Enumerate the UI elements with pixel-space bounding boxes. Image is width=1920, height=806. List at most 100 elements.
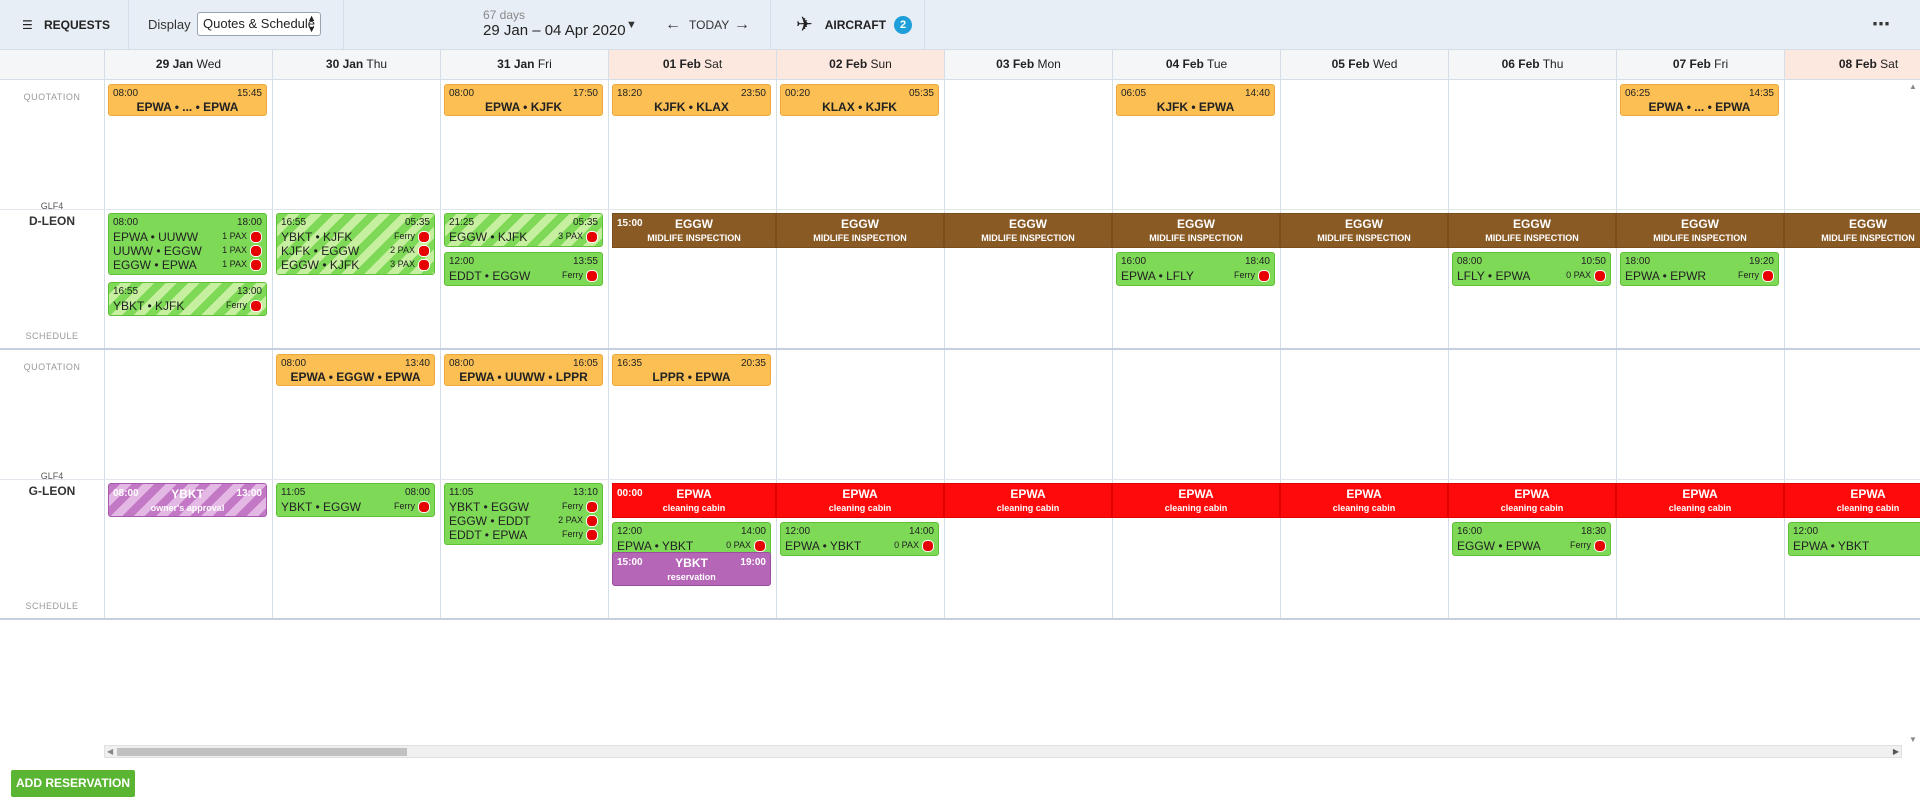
weekday-label: Mon [1037, 57, 1061, 71]
toolbar-divider [343, 0, 344, 49]
maintenance-block[interactable]: 15:00 EGGW MIDLIFE INSPECTION [612, 213, 776, 248]
flight-card[interactable]: 21:25 05:35 EGGW • KJFK 3 PAX [444, 213, 603, 247]
status-dot-icon [418, 231, 430, 243]
toolbar-divider [128, 0, 129, 49]
flight-card[interactable]: 16:00 18:30 EGGW • EPWA Ferry [1452, 522, 1611, 556]
date-label: 05 Feb [1331, 57, 1370, 71]
flight-card[interactable]: 12:00 14:00 EPWA • YBKT 0 PAX [612, 522, 771, 556]
quote-route: EPWA • ... • EPWA [1648, 100, 1751, 114]
status-dot-icon [418, 259, 430, 271]
date-range[interactable]: 29 Jan – 04 Apr 2020 [483, 22, 626, 39]
maintenance-block[interactable]: EPWA cleaning cabin [1112, 483, 1280, 518]
flight-card[interactable]: 18:00 19:20 EPWA • EPWR Ferry [1620, 252, 1779, 286]
display-select[interactable]: Quotes & Schedule ▲ ▼ [197, 12, 321, 36]
leg-route: LFLY • EPWA [1457, 269, 1531, 283]
aircraft-registration[interactable]: D-LEON [0, 214, 104, 228]
horizontal-scrollbar[interactable]: ◀ ▶ [104, 745, 1902, 758]
requests-label: REQUESTS [44, 17, 111, 32]
leg-route: EGGW • EPWA [1457, 539, 1541, 553]
scroll-right-icon[interactable]: ▶ [1893, 747, 1899, 756]
scroll-left-icon[interactable]: ◀ [107, 747, 113, 756]
start-time: 12:00 [617, 526, 643, 537]
range-dropdown-icon[interactable]: ▼ [626, 19, 637, 31]
flight-card[interactable]: 16:00 18:40 EPWA • LFLY Ferry [1116, 252, 1275, 286]
maintenance-block[interactable]: EPWA cleaning cabin [944, 483, 1112, 518]
quote-card[interactable]: 08:00 16:05 EPWA • UUWW • LPPR [444, 354, 603, 386]
end-time: 14:40 [1244, 88, 1270, 99]
requests-button[interactable]: ☰ REQUESTS [22, 0, 110, 49]
date-column-header: 05 Feb Wed [1280, 50, 1448, 79]
end-time: 10:50 [1580, 256, 1606, 267]
maintenance-block[interactable]: EGGW MIDLIFE INSPECTION [1784, 213, 1920, 248]
scroll-down-icon[interactable]: ▼ [1909, 735, 1917, 744]
flight-card[interactable]: 12:00 EPWA • YBKT [1788, 522, 1920, 556]
start-time: 16:55 [113, 286, 139, 297]
quote-card[interactable]: 08:00 15:45 EPWA • ... • EPWA [108, 84, 267, 116]
leg-route: EDDT • EGGW [449, 269, 531, 283]
maintenance-block[interactable]: EPWA cleaning cabin [1784, 483, 1920, 518]
maintenance-block[interactable]: EGGW MIDLIFE INSPECTION [1280, 213, 1448, 248]
leg-route: EGGW • KJFK [281, 258, 360, 272]
maintenance-block[interactable]: EPWA cleaning cabin [1448, 483, 1616, 518]
maintenance-block[interactable]: EPWA cleaning cabin [776, 483, 944, 518]
maintenance-block[interactable]: EGGW MIDLIFE INSPECTION [1448, 213, 1616, 248]
flight-leg: EDDT • EPWA Ferry [449, 528, 598, 542]
flight-card[interactable]: 08:00 18:00 EPWA • UUWW 1 PAX UUWW • EGGW 1 P… [108, 213, 267, 275]
date-label: 29 Jan [155, 57, 194, 71]
reservation-card[interactable]: 15:00 19:00 YBKT reservation [612, 552, 771, 586]
block-airport: EGGW [1345, 217, 1383, 231]
block-description: MIDLIFE INSPECTION [647, 233, 741, 243]
more-menu-icon[interactable]: ⋯ [1872, 0, 1891, 49]
end-time: 14:00 [908, 526, 934, 537]
flight-card[interactable]: 08:00 10:50 LFLY • EPWA 0 PAX [1452, 252, 1611, 286]
flight-card[interactable]: 16:55 05:35 YBKT • KJFK Ferry KJFK • EGGW 2 P… [276, 213, 435, 275]
block-airport: EPWA [1010, 487, 1046, 501]
prev-arrow-icon[interactable]: ← [665, 0, 681, 49]
end-time: 14:35 [1748, 88, 1774, 99]
end-time: 16:05 [572, 358, 598, 369]
maintenance-block[interactable]: EGGW MIDLIFE INSPECTION [776, 213, 944, 248]
quote-card[interactable]: 16:35 20:35 LPPR • EPWA [612, 354, 771, 386]
maintenance-block[interactable]: EGGW MIDLIFE INSPECTION [944, 213, 1112, 248]
flight-leg: LFLY • EPWA 0 PAX [1457, 269, 1606, 283]
scrollbar-thumb[interactable] [117, 748, 407, 756]
flight-card[interactable]: 16:55 13:00 YBKT • KJFK Ferry [108, 282, 267, 316]
scroll-up-icon[interactable]: ▲ [1909, 82, 1917, 91]
end-time: 13:40 [404, 358, 430, 369]
quote-card[interactable]: 18:20 23:50 KJFK • KLAX [612, 84, 771, 116]
quote-route: KLAX • KJFK [822, 100, 897, 114]
maintenance-block[interactable]: EGGW MIDLIFE INSPECTION [1112, 213, 1280, 248]
add-reservation-button[interactable]: ADD RESERVATION [11, 770, 135, 797]
quote-card[interactable]: 06:25 14:35 EPWA • ... • EPWA [1620, 84, 1779, 116]
next-arrow-icon[interactable]: → [734, 0, 750, 49]
flight-card[interactable]: 12:00 14:00 EPWA • YBKT 0 PAX [780, 522, 939, 556]
today-button[interactable]: TODAY [689, 0, 729, 49]
end-time: 13:55 [572, 256, 598, 267]
maintenance-block[interactable]: EPWA cleaning cabin [1616, 483, 1784, 518]
end-time: 20:35 [740, 358, 766, 369]
flight-leg: KJFK • EGGW 2 PAX [281, 244, 430, 258]
leg-route: YBKT • KJFK [281, 230, 353, 244]
quote-route: KJFK • KLAX [654, 100, 729, 114]
maintenance-block[interactable]: EGGW MIDLIFE INSPECTION [1616, 213, 1784, 248]
leg-pax: Ferry [1738, 270, 1759, 280]
maintenance-block[interactable]: EPWA cleaning cabin [1280, 483, 1448, 518]
date-column-header: 02 Feb Sun [776, 50, 944, 79]
maintenance-block[interactable]: 00:00 EPWA cleaning cabin [612, 483, 776, 518]
vertical-scrollbar[interactable]: ▲ ▼ [1906, 80, 1920, 746]
quote-card[interactable]: 00:20 05:35 KLAX • KJFK [780, 84, 939, 116]
quote-card[interactable]: 08:00 13:40 EPWA • EGGW • EPWA [276, 354, 435, 386]
quote-card[interactable]: 08:00 17:50 EPWA • KJFK [444, 84, 603, 116]
block-description: MIDLIFE INSPECTION [1653, 233, 1747, 243]
flight-card[interactable]: 12:00 13:55 EDDT • EGGW Ferry [444, 252, 603, 286]
aircraft-registration[interactable]: G-LEON [0, 484, 104, 498]
reservation-card[interactable]: 08:00 13:00 YBKT owner's approval [108, 483, 267, 517]
block-airport: EPWA [1346, 487, 1382, 501]
quote-route: LPPR • EPWA [652, 370, 731, 384]
aircraft-button[interactable]: ✈ AIRCRAFT 2 [796, 0, 913, 49]
start-time: 11:05 [281, 487, 306, 498]
flight-card[interactable]: 11:05 08:00 YBKT • EGGW Ferry [276, 483, 435, 517]
flight-card[interactable]: 11:05 13:10 YBKT • EGGW Ferry EGGW • EDDT 2 P… [444, 483, 603, 545]
date-column-header: 31 Jan Fri [440, 50, 608, 79]
quote-card[interactable]: 06:05 14:40 KJFK • EPWA [1116, 84, 1275, 116]
